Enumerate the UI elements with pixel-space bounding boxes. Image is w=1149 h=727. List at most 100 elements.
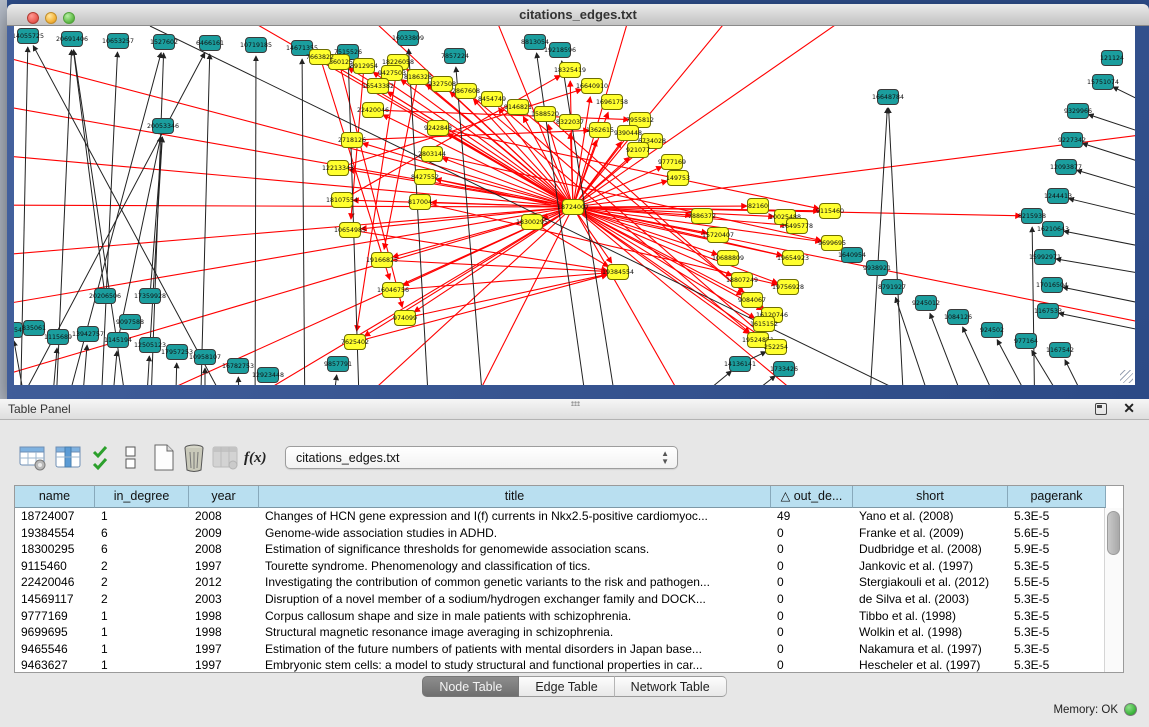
table-settings-button[interactable] — [18, 443, 48, 473]
network-node[interactable]: 252254 — [764, 340, 788, 355]
network-edge[interactable] — [382, 260, 607, 271]
unselect-rows-button[interactable] — [124, 443, 138, 473]
network-node[interactable]: 9084067 — [738, 293, 766, 308]
network-node[interactable]: 7625402 — [341, 335, 369, 350]
new-table-button[interactable] — [152, 443, 176, 473]
network-node[interactable]: 2803144 — [418, 147, 446, 162]
column-header-year[interactable]: year — [189, 486, 259, 508]
network-edge[interactable] — [1059, 313, 1135, 332]
network-edge[interactable] — [175, 363, 177, 385]
network-node[interactable]: 19756928 — [772, 280, 804, 295]
network-node[interactable]: 8427552 — [411, 170, 439, 185]
network-node[interactable]: 1167533 — [1034, 304, 1062, 319]
column-header-title[interactable]: title — [259, 486, 771, 508]
table-row[interactable]: 2242004622012Investigating the contribut… — [15, 574, 1104, 591]
network-node[interactable]: 2867608 — [452, 84, 480, 99]
float-panel-icon[interactable] — [1095, 403, 1107, 415]
network-node[interactable]: 9857791 — [324, 357, 352, 372]
network-node[interactable]: 1733426 — [770, 362, 798, 377]
network-node[interactable]: 14055725 — [14, 29, 44, 44]
function-builder-button[interactable]: f(x) — [244, 443, 267, 473]
network-node[interactable]: 17016504 — [1036, 278, 1068, 293]
network-node[interactable]: 13942757 — [72, 327, 104, 342]
tab-edge-table[interactable]: Edge Table — [519, 676, 614, 697]
network-node[interactable]: 20691406 — [56, 32, 88, 47]
delete-table-button[interactable] — [182, 443, 206, 473]
network-node[interactable]: 20053346 — [147, 119, 179, 134]
network-node[interactable]: 9938921 — [863, 261, 891, 276]
network-node[interactable]: 7857224 — [441, 49, 469, 64]
network-node[interactable]: 8912954 — [350, 59, 378, 74]
network-node[interactable]: 1588520 — [531, 107, 559, 122]
table-row[interactable]: 1938455462009Genome-wide association stu… — [15, 525, 1104, 542]
table-row[interactable]: 946554611997Estimation of the future num… — [15, 641, 1104, 658]
network-node[interactable]: 1167542 — [1046, 343, 1074, 358]
table-row[interactable]: 911546021997Tourette syndrome. Phenomeno… — [15, 558, 1104, 575]
canvas-resize-grip[interactable] — [1120, 370, 1133, 383]
select-columns-button[interactable] — [55, 443, 81, 473]
network-node[interactable]: 9146821 — [504, 100, 532, 115]
network-node[interactable]: 1145194 — [104, 333, 132, 348]
column-header-out_de[interactable]: △ out_de... — [771, 486, 853, 508]
network-node[interactable]: 1244413 — [1044, 189, 1072, 204]
network-edge[interactable] — [110, 351, 117, 385]
network-edge[interactable] — [330, 207, 573, 385]
table-row[interactable]: 977716911998Corpus callosum shape and si… — [15, 608, 1104, 625]
column-header-name[interactable]: name — [15, 486, 95, 508]
network-node[interactable]: 12213343 — [322, 161, 354, 176]
network-edge[interactable] — [1077, 170, 1135, 192]
network-node[interactable]: 8791927 — [878, 280, 906, 295]
network-node[interactable]: 10719185 — [240, 38, 272, 53]
network-node[interactable]: 9777169 — [658, 155, 686, 170]
network-edge[interactable] — [73, 50, 105, 296]
network-node[interactable]: 16210643 — [1037, 222, 1069, 237]
network-node[interactable]: 12923448 — [252, 368, 284, 383]
network-node[interactable]: 7663822 — [306, 50, 334, 65]
network-node[interactable]: 6466161 — [196, 36, 224, 51]
network-node[interactable]: 149753 — [666, 171, 690, 186]
network-node[interactable]: 19166825 — [366, 253, 398, 268]
table-row[interactable]: 1456911722003Disruption of a novel membe… — [15, 591, 1104, 608]
network-node[interactable]: 8215938 — [1018, 209, 1046, 224]
network-edge[interactable] — [889, 108, 905, 385]
network-node[interactable]: 17359928 — [134, 289, 166, 304]
network-node[interactable]: 12093877 — [1050, 160, 1082, 175]
network-edge[interactable] — [302, 59, 305, 385]
network-node[interactable]: 2718126 — [338, 133, 366, 148]
network-node[interactable]: 974099 — [393, 311, 417, 326]
network-edge[interactable] — [573, 26, 900, 207]
network-node[interactable]: 9327508 — [428, 77, 456, 92]
network-edge[interactable] — [200, 54, 210, 385]
network-node[interactable]: 977164 — [1014, 334, 1038, 349]
network-edge[interactable] — [14, 205, 573, 207]
network-edge[interactable] — [1063, 287, 1135, 305]
network-edge[interactable] — [255, 56, 256, 385]
close-panel-icon[interactable]: ✕ — [1123, 400, 1135, 417]
network-node[interactable]: 10653257 — [102, 34, 134, 49]
column-header-short[interactable]: short — [853, 486, 1008, 508]
column-header-pagerank[interactable]: pagerank — [1008, 486, 1106, 508]
network-node[interactable]: 924502 — [980, 323, 1004, 338]
table-row[interactable]: 946362711997Embryonic stem cells: a mode… — [15, 657, 1104, 672]
window-titlebar[interactable]: citations_edges.txt — [7, 4, 1149, 26]
tab-node-table[interactable]: Node Table — [422, 676, 519, 697]
network-node[interactable]: 8322037 — [556, 115, 584, 130]
network-node[interactable]: 16640910 — [576, 79, 608, 94]
network-node[interactable]: 82160 — [748, 199, 769, 214]
network-node[interactable]: 16033809 — [392, 31, 424, 46]
panel-divider-handle[interactable] — [571, 401, 580, 406]
network-edge[interactable] — [150, 53, 164, 385]
select-all-check-button[interactable] — [92, 443, 114, 473]
network-node[interactable]: 921077 — [626, 143, 650, 158]
network-node[interactable]: 1615152 — [750, 317, 778, 332]
network-edge[interactable] — [1056, 259, 1135, 275]
network-node[interactable]: 1527602 — [150, 35, 178, 50]
network-node[interactable]: 15720407 — [702, 228, 734, 243]
table-row[interactable]: 1872400712008Changes of HCN gene express… — [15, 508, 1104, 525]
tab-network-table[interactable]: Network Table — [615, 676, 727, 697]
network-node[interactable]: 9329966 — [1064, 104, 1092, 119]
network-edge[interactable] — [1082, 143, 1135, 165]
network-node[interactable]: 8454749 — [478, 92, 506, 107]
network-node[interactable]: 9227342 — [1058, 133, 1086, 148]
network-edge[interactable] — [1065, 360, 1100, 385]
